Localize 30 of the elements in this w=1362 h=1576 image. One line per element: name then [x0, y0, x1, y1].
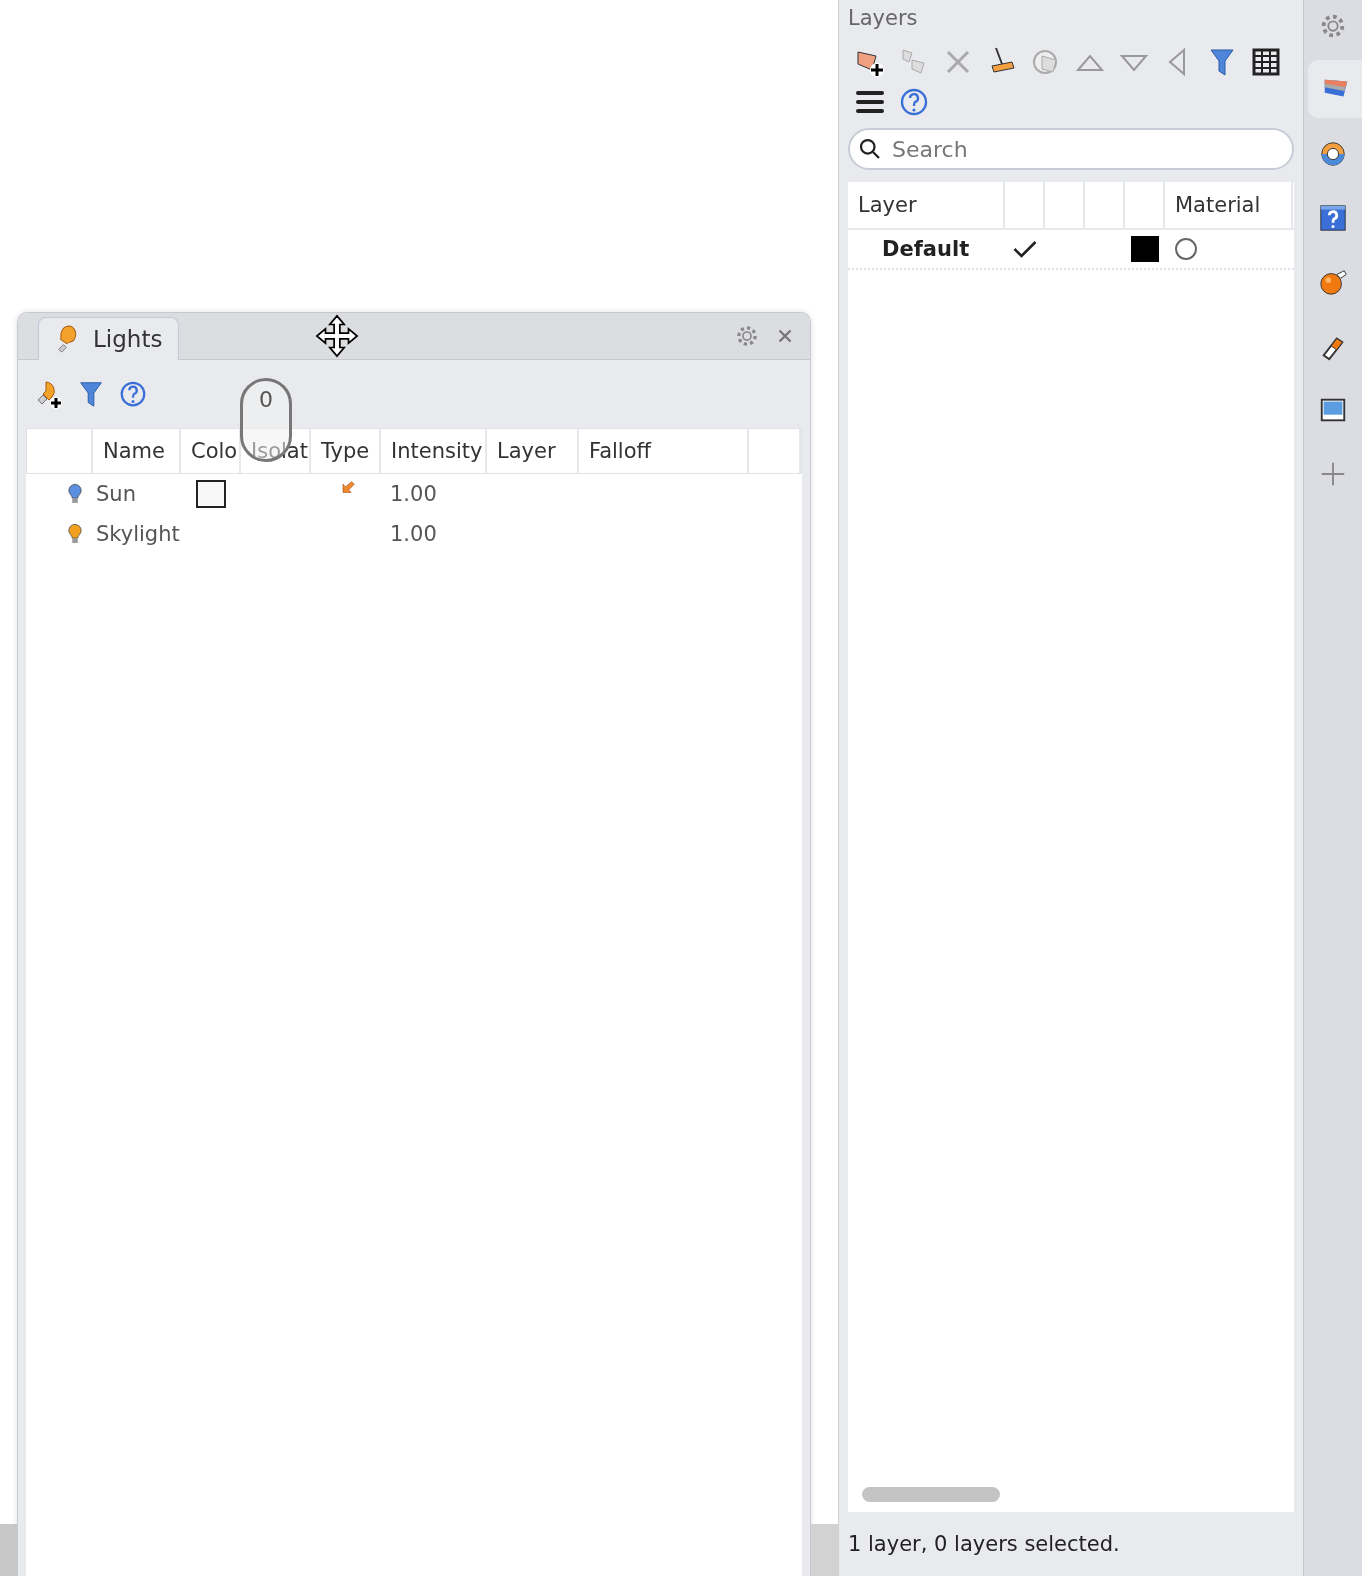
search-icon — [858, 137, 882, 161]
color-swatch[interactable] — [196, 480, 226, 508]
panel-title: Layers — [848, 5, 919, 32]
table-cell-text: Sun — [95, 482, 137, 506]
column-header[interactable]: Type — [311, 429, 381, 473]
column-header[interactable]: Colo — [181, 429, 241, 473]
scrollbar-thumb[interactable] — [862, 1487, 1000, 1502]
material-circle[interactable] — [1175, 238, 1197, 260]
help-icon — [1318, 203, 1348, 233]
search-field[interactable]: Search — [848, 128, 1294, 170]
layer-name[interactable]: Default — [848, 237, 1005, 261]
table-cell-text: 1.00 — [389, 482, 437, 506]
ring-icon — [1318, 139, 1348, 169]
column-header[interactable]: Intensity — [381, 429, 487, 473]
column-header[interactable]: Layer — [848, 182, 1005, 228]
help-icon[interactable] — [898, 86, 930, 118]
color-swatch[interactable] — [1131, 236, 1159, 262]
lights-tab[interactable]: Lights — [38, 317, 180, 360]
column-header[interactable]: Name — [93, 429, 181, 473]
column-header[interactable]: Layer — [487, 429, 579, 473]
table-cell-text: Skylight — [95, 522, 180, 546]
sphere-icon — [1318, 267, 1348, 297]
move-cursor-icon — [314, 313, 360, 359]
table-cell-text: 1.00 — [389, 522, 437, 546]
status-text: 1 layer, 0 layers selected. — [848, 1531, 1121, 1558]
column-header[interactable]: Material — [1165, 182, 1293, 228]
grid-icon[interactable] — [1250, 46, 1282, 78]
help-icon[interactable] — [118, 379, 148, 409]
column-header[interactable]: Falloff — [579, 429, 749, 473]
settings-icon[interactable] — [734, 323, 760, 349]
